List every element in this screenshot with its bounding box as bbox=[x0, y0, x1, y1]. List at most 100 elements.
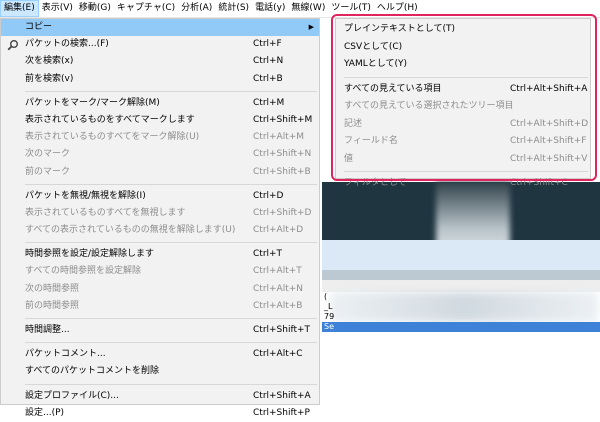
background-row bbox=[322, 280, 600, 292]
menu-item-find-packet[interactable]: パケットの検索...(F) Ctrl+F bbox=[1, 36, 319, 53]
submenu-item-value: 値 Ctrl+Alt+Shift+V bbox=[336, 151, 590, 169]
submenu-item-label: すべての見えている項目 bbox=[344, 83, 442, 94]
menu-item-time-shift[interactable]: 時間調整... Ctrl+Shift+T bbox=[1, 322, 319, 339]
submenu-item-field-name: フィールド名 Ctrl+Alt+Shift+F bbox=[336, 133, 590, 151]
menu-item-label: すべての表示されているものの無視を解除します(U) bbox=[25, 225, 236, 236]
menu-analyze[interactable]: 分析(A) bbox=[178, 0, 215, 17]
copy-submenu: プレインテキストとして(T) CSVとして(C) YAMLとして(Y) すべての… bbox=[335, 18, 591, 188]
submenu-item-shortcut: Ctrl+Alt+Shift+A bbox=[510, 83, 588, 94]
menu-item-shortcut: Ctrl+Shift+P bbox=[253, 407, 310, 418]
menu-item-label: コピー bbox=[25, 22, 53, 32]
menu-help[interactable]: ヘルプ(H) bbox=[374, 0, 421, 17]
menu-item-unset-all-time-refs: すべての時間参照を設定解除 Ctrl+Alt+T bbox=[1, 263, 319, 280]
menu-item-shortcut: Ctrl+F bbox=[253, 39, 282, 50]
column-header-strip bbox=[322, 270, 600, 280]
menu-separator bbox=[25, 183, 317, 185]
submenu-item-all-visible-items[interactable]: すべての見えている項目 Ctrl+Alt+Shift+A bbox=[336, 81, 590, 99]
menu-item-label: 次のマーク bbox=[25, 149, 71, 160]
menu-item-label: 次の時間参照 bbox=[25, 283, 80, 294]
menu-item-label: 時間調整... bbox=[25, 325, 70, 335]
menu-item-config-profiles[interactable]: 設定プロファイル(C)... Ctrl+Shift+A bbox=[1, 388, 319, 405]
menu-separator bbox=[25, 90, 317, 92]
submenu-item-label: プレインテキストとして(T) bbox=[344, 24, 455, 34]
menu-item-shortcut: Ctrl+Alt+N bbox=[253, 283, 304, 294]
menu-edit[interactable]: 編集(E) bbox=[0, 0, 39, 17]
submenu-item-csv[interactable]: CSVとして(C) bbox=[336, 39, 590, 57]
menu-item-packet-comment[interactable]: パケットコメント... Ctrl+Alt+C bbox=[1, 346, 319, 363]
submenu-item-label: 記述 bbox=[344, 118, 363, 129]
menu-item-find-prev[interactable]: 前を検索(v) Ctrl+B bbox=[1, 71, 319, 88]
menu-separator bbox=[25, 383, 317, 385]
menu-item-label: 時間参照を設定/設定解除します bbox=[25, 249, 155, 260]
menu-item-label: すべてのパケットコメントを削除 bbox=[25, 366, 160, 377]
submenu-item-label: 値 bbox=[344, 153, 354, 164]
menu-wireless[interactable]: 無線(W) bbox=[288, 0, 328, 17]
packet-row[interactable]: 79 bbox=[322, 312, 600, 322]
submenu-item-as-filter: フィルタとして Ctrl+Shift+C bbox=[336, 175, 590, 193]
menu-item-shortcut: Ctrl+D bbox=[253, 190, 284, 201]
menu-item-copy[interactable]: コピー ▶ bbox=[1, 19, 319, 37]
menu-item-shortcut: Ctrl+Alt+C bbox=[253, 349, 303, 360]
submenu-item-shortcut: Ctrl+Shift+C bbox=[510, 178, 568, 188]
menu-item-label: パケットをマーク/マーク解除(M) bbox=[25, 97, 160, 108]
menu-item-mark-all-displayed[interactable]: 表示されているものをすべてマークします Ctrl+Shift+M bbox=[1, 112, 319, 129]
packet-row[interactable]: _L bbox=[322, 302, 600, 312]
menu-item-label: 前を検索(v) bbox=[25, 73, 74, 84]
submenu-item-label: フィルタとして bbox=[344, 178, 407, 188]
submenu-item-shortcut: Ctrl+Alt+Shift+V bbox=[510, 153, 588, 164]
menu-separator bbox=[25, 342, 317, 344]
menu-item-preferences[interactable]: 設定...(P) Ctrl+Shift+P bbox=[1, 405, 319, 422]
menu-item-shortcut: Ctrl+Alt+M bbox=[253, 132, 305, 143]
menu-capture[interactable]: キャプチャ(C) bbox=[114, 0, 178, 17]
packet-row-selected[interactable]: Se bbox=[322, 322, 600, 332]
menu-item-label: 表示されているものすべてをマーク解除(U) bbox=[25, 132, 200, 143]
submenu-item-label: すべての見えている選択されたツリー項目 bbox=[344, 101, 514, 111]
submenu-item-description: 記述 Ctrl+Alt+Shift+D bbox=[336, 116, 590, 134]
packet-list-fragment: ( _L 79 Se bbox=[322, 292, 600, 332]
submenu-item-yaml[interactable]: YAMLとして(Y) bbox=[336, 56, 590, 74]
menu-item-shortcut: Ctrl+N bbox=[253, 56, 284, 67]
menu-separator bbox=[25, 318, 317, 319]
menu-item-label: パケットコメント... bbox=[25, 349, 106, 360]
menu-separator bbox=[344, 76, 588, 78]
submenu-item-label: YAMLとして(Y) bbox=[344, 59, 407, 69]
menu-item-shortcut: Ctrl+Alt+D bbox=[253, 225, 304, 236]
submenu-item-plain-text[interactable]: プレインテキストとして(T) bbox=[336, 21, 590, 39]
menu-item-prev-mark: 前のマーク Ctrl+Shift+B bbox=[1, 164, 319, 181]
menu-item-next-mark: 次のマーク Ctrl+Shift+N bbox=[1, 146, 319, 163]
menu-item-shortcut: Ctrl+Shift+M bbox=[253, 114, 313, 125]
menu-item-label: 前の時間参照 bbox=[25, 300, 80, 311]
edit-menu-dropdown: コピー ▶ パケットの検索...(F) Ctrl+F 次を検索(x) Ctrl+… bbox=[0, 18, 320, 418]
submenu-item-shortcut: Ctrl+Alt+Shift+F bbox=[510, 136, 587, 146]
submenu-arrow-icon: ▶ bbox=[308, 23, 314, 31]
menu-item-shortcut: Ctrl+Shift+N bbox=[253, 149, 312, 160]
menu-item-shortcut: Ctrl+Alt+B bbox=[253, 300, 303, 311]
menu-tools[interactable]: ツール(T) bbox=[328, 0, 374, 17]
menu-item-delete-all-comments[interactable]: すべてのパケットコメントを削除 bbox=[1, 363, 319, 380]
menu-item-find-next[interactable]: 次を検索(x) Ctrl+N bbox=[1, 53, 319, 70]
menu-item-time-ref-toggle[interactable]: 時間参照を設定/設定解除します Ctrl+T bbox=[1, 246, 319, 263]
menu-item-unmark-all-displayed: 表示されているものすべてをマーク解除(U) Ctrl+Alt+M bbox=[1, 129, 319, 146]
menu-item-mark-toggle[interactable]: パケットをマーク/マーク解除(M) Ctrl+M bbox=[1, 95, 319, 112]
packet-row[interactable]: ( bbox=[322, 292, 600, 302]
magnifier-icon bbox=[7, 40, 18, 51]
submenu-item-shortcut: Ctrl+Alt+Shift+D bbox=[510, 118, 589, 129]
menu-item-shortcut: Ctrl+Alt+T bbox=[253, 266, 302, 277]
menu-item-label: 前のマーク bbox=[25, 166, 71, 177]
menu-item-next-time-ref: 次の時間参照 Ctrl+Alt+N bbox=[1, 281, 319, 298]
menu-item-unignore-all-displayed: すべての表示されているものの無視を解除します(U) Ctrl+Alt+D bbox=[1, 222, 319, 239]
menu-item-label: パケットの検索...(F) bbox=[25, 39, 109, 50]
menu-telephony[interactable]: 電話(y) bbox=[252, 0, 288, 17]
menu-item-shortcut: Ctrl+Shift+B bbox=[253, 166, 311, 177]
menu-separator bbox=[344, 171, 588, 172]
submenu-item-label: CSVとして(C) bbox=[344, 41, 403, 52]
menu-bar: 編集(E) 表示(V) 移動(G) キャプチャ(C) 分析(A) 統計(S) 電… bbox=[0, 0, 600, 18]
menu-go[interactable]: 移動(G) bbox=[76, 0, 114, 17]
menu-view[interactable]: 表示(V) bbox=[39, 0, 76, 17]
menu-item-ignore-toggle[interactable]: パケットを無視/無視を解除(I) Ctrl+D bbox=[1, 188, 319, 205]
menu-statistics[interactable]: 統計(S) bbox=[215, 0, 252, 17]
menu-item-shortcut: Ctrl+B bbox=[253, 73, 283, 84]
menu-item-shortcut: Ctrl+Shift+T bbox=[253, 325, 311, 335]
menu-item-label: 次を検索(x) bbox=[25, 56, 74, 67]
selected-area-background bbox=[322, 240, 600, 270]
